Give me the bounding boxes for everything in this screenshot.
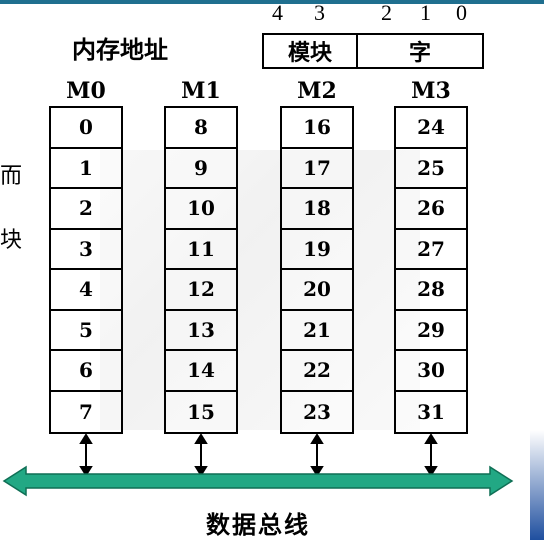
memory-interleave-diagram: 而 块 4 3 2 1 0 内存地址 模块 字 M0 M1 M2 M3 0 1 … [0,0,544,540]
module-bus-connector-m1 [194,433,208,477]
module-bus-connector-m3 [424,433,438,477]
connectors-and-bus [2,433,514,497]
data-bus-arrow [2,465,514,497]
data-bus-label: 数据总线 [206,511,310,539]
module-bus-connector-m2 [310,433,324,477]
module-bus-connector-m0 [79,433,93,477]
